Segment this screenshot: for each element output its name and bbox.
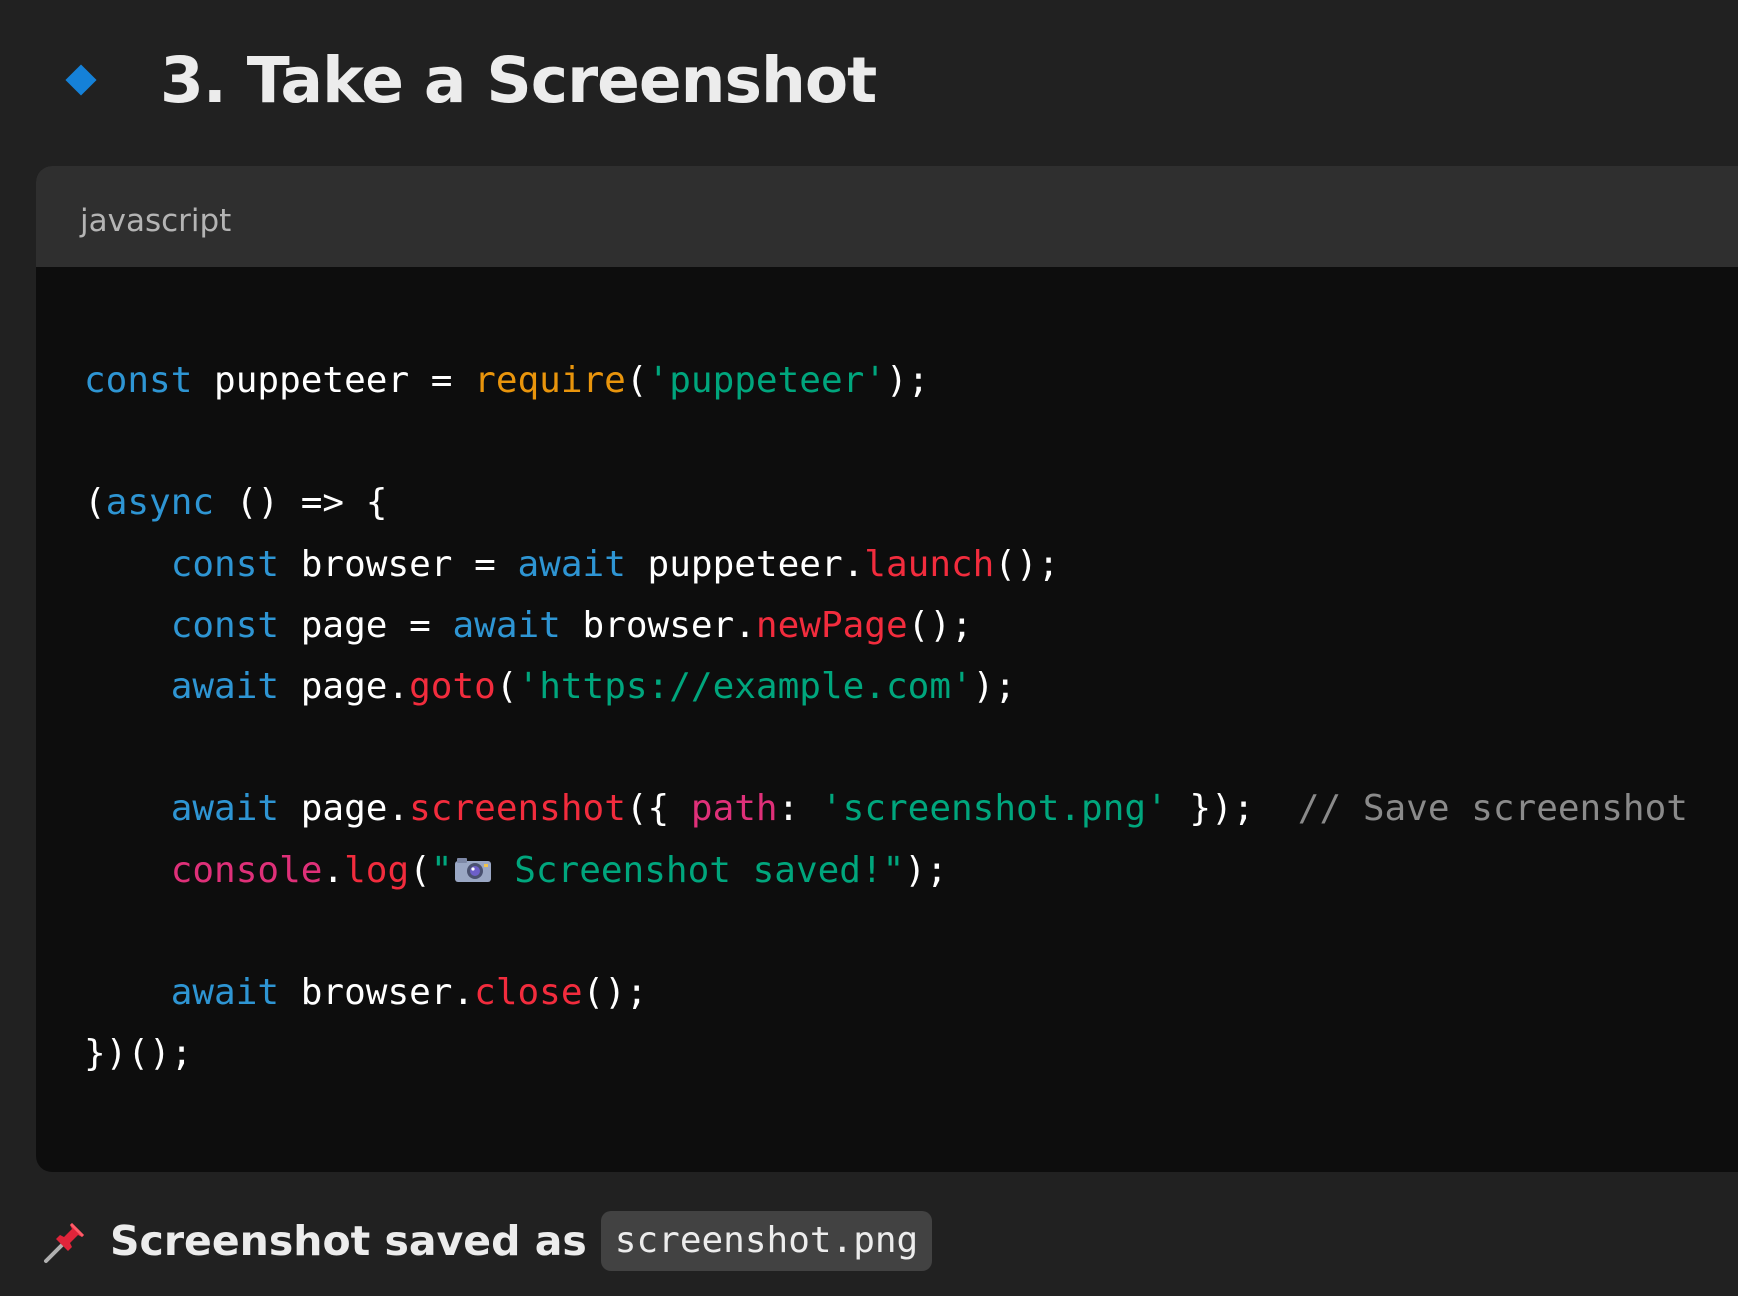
inline-code-filename: screenshot.png	[600, 1211, 933, 1271]
code-line: (async () => {	[84, 469, 387, 537]
code-token: console	[170, 849, 323, 891]
code-language-label: javascript	[80, 202, 232, 239]
camera-emoji-icon	[454, 857, 491, 882]
code-token: );	[972, 666, 1017, 707]
code-token: 'puppeteer'	[647, 360, 886, 401]
code-token: "	[430, 849, 453, 891]
code-token: ();	[582, 972, 648, 1013]
code-token: goto	[409, 666, 496, 707]
code-line: await page.goto('https://example.com');	[84, 653, 1016, 721]
code-block: javascript const puppeteer = require('pu…	[36, 166, 1738, 1172]
code-token: puppeteer =	[192, 360, 475, 401]
code-line: const puppeteer = require('puppeteer');	[84, 347, 929, 415]
code-token: page =	[279, 604, 453, 646]
code-token: browser =	[279, 543, 518, 585]
code-token: (	[495, 666, 518, 707]
code-token: :	[777, 788, 821, 830]
code-token: browser.	[560, 604, 756, 646]
code-token: await	[452, 604, 561, 646]
code-token: // Save screenshot	[1297, 788, 1688, 830]
code-token: path	[690, 788, 778, 830]
code-token: screenshot	[409, 788, 626, 830]
code-token: browser.	[279, 972, 475, 1013]
code-token: (	[625, 360, 648, 401]
code-token: const	[84, 360, 193, 401]
code-token: 'https://example.com'	[517, 666, 973, 707]
diamond-bullet-icon	[65, 64, 97, 96]
code-token: () => {	[214, 482, 388, 524]
result-label: Screenshot saved as	[110, 1217, 587, 1265]
code-token: );	[904, 849, 948, 891]
code-token: await	[170, 666, 280, 707]
code-token: launch	[864, 543, 995, 585]
code-token: await	[170, 972, 280, 1013]
code-token: );	[885, 360, 930, 401]
section-title: 3. Take a Screenshot	[160, 43, 877, 117]
code-token: puppeteer.	[625, 543, 865, 585]
code-token: })();	[84, 1033, 193, 1075]
code-token: page.	[279, 666, 410, 707]
code-line: await page.screenshot({ path: 'screensho…	[84, 775, 1688, 843]
chat-message: 3. Take a Screenshot javascript const pu…	[0, 0, 1738, 1296]
code-token: require	[474, 360, 626, 401]
code-token: log	[344, 849, 410, 891]
code-token: const	[170, 604, 280, 646]
code-line: const browser = await puppeteer.launch()…	[84, 531, 1060, 599]
code-token: (	[409, 849, 431, 891]
code-token: newPage	[755, 604, 908, 646]
code-token: async	[105, 482, 215, 524]
section-heading: 3. Take a Screenshot	[64, 38, 877, 122]
code-token: page.	[279, 788, 410, 830]
code-token: ();	[994, 543, 1060, 585]
code-token: ({	[625, 788, 691, 830]
code-block-header: javascript	[36, 166, 1738, 267]
result-note: Screenshot saved as screenshot.png	[42, 1206, 933, 1276]
pushpin-icon	[44, 1223, 84, 1263]
code-token: await	[517, 543, 626, 585]
code-token: const	[170, 543, 280, 585]
code-token: await	[170, 788, 280, 830]
code-line: })();	[84, 1020, 192, 1088]
code-token: (	[84, 482, 106, 524]
code-token: 'screenshot.png'	[820, 788, 1168, 830]
code-token: .	[322, 849, 345, 891]
code-line: console.log(" Screenshot saved!");	[84, 837, 948, 905]
code-line: await browser.close();	[84, 959, 648, 1027]
code-token: Screenshot saved!"	[492, 849, 905, 891]
code-token: close	[474, 972, 583, 1013]
code-token: ();	[907, 604, 973, 646]
code-line: const page = await browser.newPage();	[84, 592, 973, 660]
code-token: });	[1167, 788, 1298, 830]
